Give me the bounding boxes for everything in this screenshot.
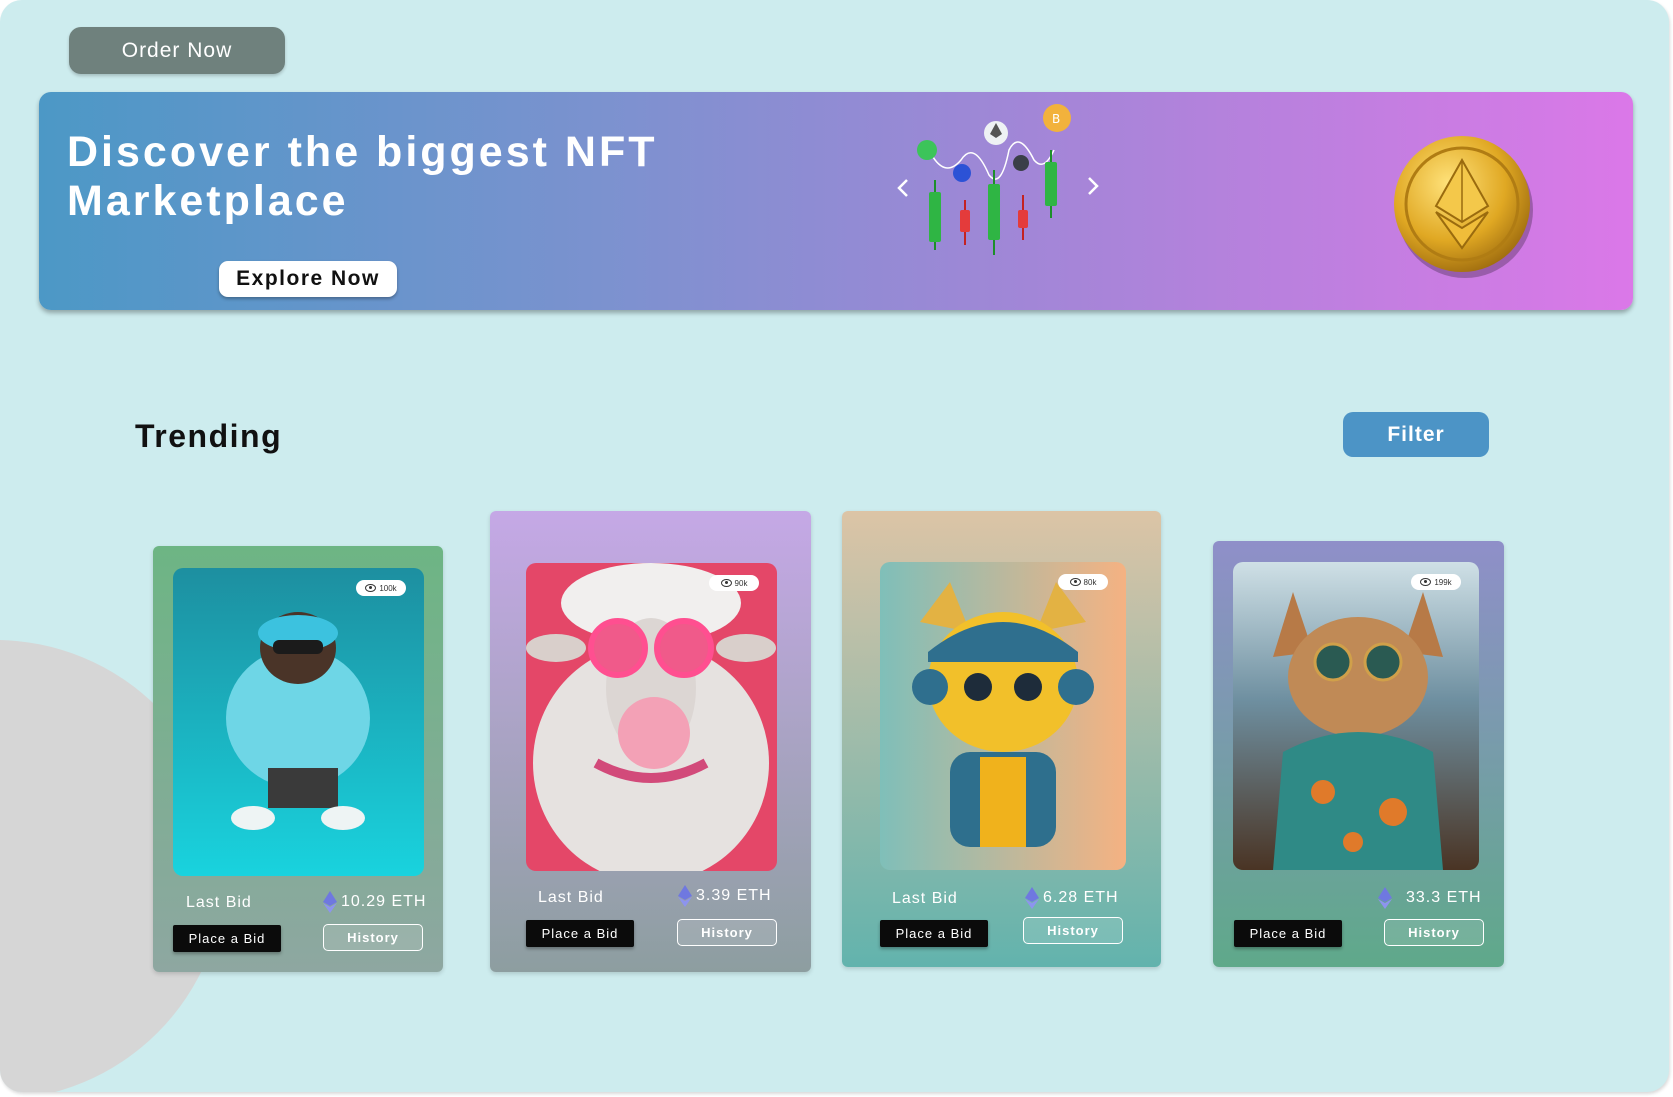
- history-button[interactable]: History: [1023, 917, 1123, 944]
- nft-image[interactable]: 199k: [1233, 562, 1479, 870]
- ethereum-coin-icon: [1394, 136, 1533, 278]
- place-bid-button[interactable]: Place a Bid: [526, 920, 634, 947]
- section-title: Trending: [135, 418, 283, 454]
- views-count: 100k: [379, 583, 397, 593]
- nft-card[interactable]: 80k Last Bid 6.28 ETH Place a Bid Histor…: [842, 511, 1161, 967]
- next-arrow-icon: [1088, 177, 1099, 195]
- last-bid-label: Last Bid: [538, 889, 604, 906]
- last-bid-label: Last Bid: [186, 894, 252, 911]
- price: 3.39 ETH: [678, 885, 772, 907]
- price: 10.29 ETH: [323, 891, 426, 913]
- place-bid-button[interactable]: Place a Bid: [173, 925, 281, 952]
- views-count: 199k: [1434, 577, 1452, 587]
- nft-image[interactable]: 100k: [173, 568, 424, 876]
- price: 33.3 ETH: [1378, 887, 1482, 909]
- price-value: 3.39 ETH: [696, 887, 772, 904]
- price-value: 33.3 ETH: [1406, 889, 1482, 906]
- eye-icon: [365, 584, 377, 592]
- views-badge: 90k: [709, 575, 759, 591]
- order-now-button[interactable]: Order Now: [69, 27, 285, 74]
- views-badge: 100k: [356, 580, 406, 596]
- price: 6.28 ETH: [1025, 887, 1119, 909]
- ethereum-icon: [1025, 887, 1039, 909]
- page: Order Now Discover the biggest NFT Marke…: [0, 0, 1669, 1092]
- views-badge: 199k: [1411, 574, 1461, 590]
- explore-now-button[interactable]: Explore Now: [219, 261, 397, 297]
- nft-card[interactable]: 90k Last Bid 3.39 ETH Place a Bid Histor…: [490, 511, 811, 972]
- history-button[interactable]: History: [677, 919, 777, 946]
- ethereum-icon: [678, 885, 692, 907]
- filter-button[interactable]: Filter: [1343, 412, 1489, 457]
- last-bid-label: Last Bid: [892, 890, 958, 907]
- nft-card[interactable]: 100k Last Bid 10.29 ETH Place a Bid Hist…: [153, 546, 443, 972]
- price-value: 6.28 ETH: [1043, 889, 1119, 906]
- nft-image[interactable]: 90k: [526, 563, 777, 871]
- svg-text:B: B: [1052, 112, 1060, 126]
- cat-art: [1233, 562, 1479, 870]
- place-bid-button[interactable]: Place a Bid: [880, 920, 988, 947]
- price-value: 10.29 ETH: [341, 893, 427, 910]
- eye-icon: [1420, 578, 1432, 586]
- views-count: 80k: [1083, 577, 1097, 587]
- banner-title: Discover the biggest NFT Marketplace: [67, 128, 658, 225]
- crypto-chart-illustration: B: [897, 104, 1099, 255]
- history-button[interactable]: History: [323, 924, 423, 951]
- monkey-art: [173, 568, 424, 876]
- tiger-cub-art: [880, 562, 1126, 870]
- sheep-art: [526, 563, 777, 871]
- eye-icon: [720, 579, 732, 587]
- ethereum-icon: [323, 891, 337, 913]
- nft-card[interactable]: 199k 33.3 ETH Place a Bid History: [1213, 541, 1504, 967]
- place-bid-button[interactable]: Place a Bid: [1234, 920, 1342, 947]
- history-button[interactable]: History: [1384, 919, 1484, 946]
- views-count: 90k: [734, 578, 748, 588]
- prev-arrow-icon: [897, 179, 908, 197]
- ethereum-icon: [1378, 887, 1392, 909]
- views-badge: 80k: [1058, 574, 1108, 590]
- nft-image[interactable]: 80k: [880, 562, 1126, 870]
- hero-banner: Discover the biggest NFT Marketplace Exp…: [39, 92, 1633, 310]
- eye-icon: [1069, 578, 1081, 586]
